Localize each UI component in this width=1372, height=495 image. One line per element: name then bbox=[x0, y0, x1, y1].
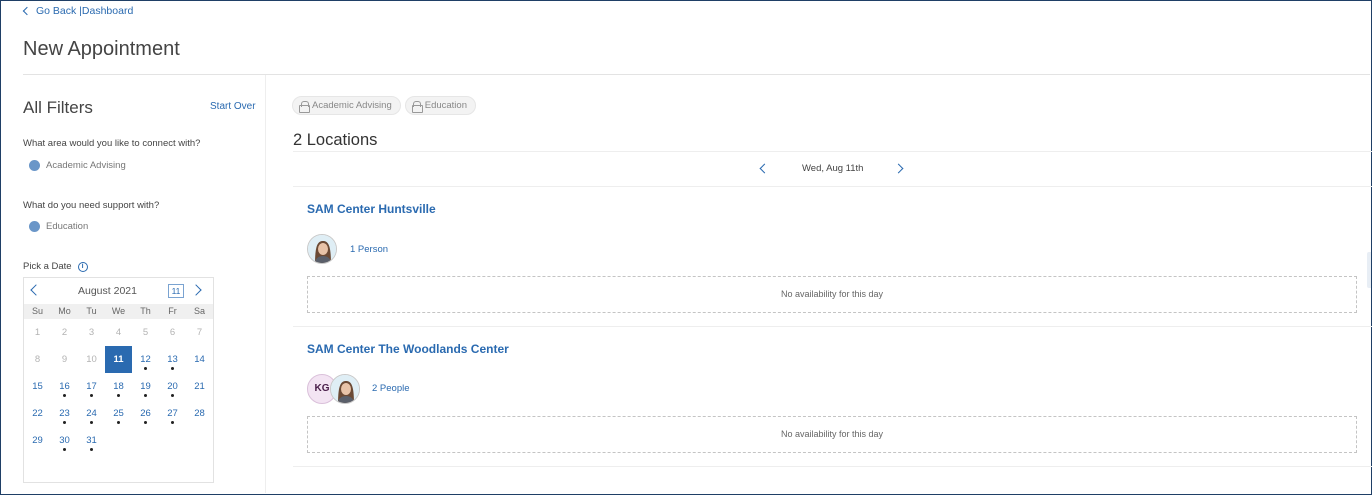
date-navigator: Wed, Aug 11th bbox=[757, 160, 907, 178]
people-count-link[interactable]: 2 People bbox=[372, 383, 410, 394]
next-day-chevron-icon[interactable] bbox=[893, 163, 904, 174]
people-count-link[interactable]: 1 Person bbox=[350, 244, 388, 255]
calendar-day[interactable]: 31 bbox=[78, 427, 105, 454]
calendar-day: 8 bbox=[34, 354, 41, 365]
calendar-day[interactable]: 21 bbox=[186, 373, 213, 400]
radio-dot-icon bbox=[29, 160, 40, 171]
support-question: What do you need support with? bbox=[23, 200, 160, 211]
radio-dot-icon bbox=[29, 221, 40, 232]
no-availability-box: No availability for this day bbox=[307, 276, 1357, 313]
info-icon[interactable]: i bbox=[77, 261, 88, 272]
locations-heading: 2 Locations bbox=[293, 131, 378, 149]
area-option-label: Academic Advising bbox=[46, 160, 126, 171]
support-option[interactable]: Education bbox=[29, 221, 88, 232]
go-back-link[interactable]: Go Back |Dashboard bbox=[22, 5, 134, 17]
weekday-label: Th bbox=[140, 306, 151, 316]
weekday-label: We bbox=[111, 306, 126, 316]
calendar-day[interactable]: 15 bbox=[24, 373, 51, 400]
lock-icon bbox=[411, 100, 423, 113]
pick-date-text: Pick a Date bbox=[23, 261, 72, 272]
calendar-day[interactable]: 23 bbox=[51, 400, 78, 427]
calendar-day: 5 bbox=[142, 327, 149, 338]
location-name-huntsville[interactable]: SAM Center Huntsville bbox=[307, 202, 436, 216]
no-availability-box: No availability for this day bbox=[307, 416, 1357, 453]
calendar-day: 9 bbox=[61, 354, 68, 365]
filters-title: All Filters bbox=[23, 98, 93, 117]
divider bbox=[293, 466, 1372, 467]
weekday-label: Sa bbox=[193, 306, 205, 316]
weekday-label: Fr bbox=[168, 306, 177, 316]
calendar-day[interactable]: 16 bbox=[51, 373, 78, 400]
calendar-day[interactable]: 22 bbox=[24, 400, 51, 427]
calendar-header: August 2021 11 bbox=[24, 278, 213, 304]
filter-chip-label: Academic Advising bbox=[312, 100, 392, 111]
calendar-day[interactable]: 28 bbox=[186, 400, 213, 427]
weekday-label: Tu bbox=[86, 306, 97, 316]
lock-icon bbox=[299, 100, 310, 113]
calendar-day: 4 bbox=[115, 327, 122, 338]
filter-chip: Academic Advising bbox=[292, 96, 401, 115]
page-title: New Appointment bbox=[23, 38, 180, 60]
pick-date-label: Pick a Date i bbox=[23, 261, 88, 272]
calendar-day[interactable]: 24 bbox=[78, 400, 105, 427]
weekday-header-row: Su Mo Tu We Th Fr Sa bbox=[24, 304, 213, 319]
prev-day-chevron-icon[interactable] bbox=[759, 163, 770, 174]
calendar-day[interactable]: 14 bbox=[186, 346, 213, 373]
side-panel-tab[interactable] bbox=[1367, 252, 1371, 288]
filter-chip: Education bbox=[404, 96, 476, 115]
calendar-day: 7 bbox=[196, 327, 203, 338]
selected-date-label: Wed, Aug 11th bbox=[802, 163, 864, 174]
filters-sidebar: All Filters Start Over What area would y… bbox=[0, 75, 266, 493]
active-filter-chips: Academic Advising Education bbox=[292, 96, 476, 115]
start-over-link[interactable]: Start Over bbox=[210, 101, 256, 112]
location-name-woodlands[interactable]: SAM Center The Woodlands Center bbox=[307, 342, 509, 356]
area-question: What area would you like to connect with… bbox=[23, 138, 201, 149]
calendar-day[interactable]: 17 bbox=[78, 373, 105, 400]
calendar-day[interactable]: 18 bbox=[105, 373, 132, 400]
calendar-day[interactable]: 12 bbox=[132, 346, 159, 373]
calendar-day: 2 bbox=[61, 327, 68, 338]
calendar-month-label: August 2021 bbox=[78, 285, 137, 297]
prev-month-chevron-icon[interactable] bbox=[30, 284, 42, 296]
divider bbox=[293, 326, 1372, 327]
next-month-chevron-icon[interactable] bbox=[190, 284, 202, 296]
calendar-day[interactable]: 30 bbox=[51, 427, 78, 454]
date-picker-calendar: August 2021 11 Su Mo Tu We Th Fr Sa 1234567891… bbox=[23, 277, 214, 483]
calendar-day: 6 bbox=[169, 327, 176, 338]
calendar-day[interactable]: 29 bbox=[24, 427, 51, 454]
calendar-day: 1 bbox=[34, 327, 41, 338]
weekday-label: Su bbox=[31, 306, 43, 316]
calendar-day: 3 bbox=[88, 327, 95, 338]
chevron-left-icon bbox=[22, 6, 32, 16]
calendar-day: 10 bbox=[86, 354, 97, 365]
calendar-day[interactable]: 13 bbox=[159, 346, 186, 373]
staff-photo-avatar[interactable] bbox=[330, 374, 360, 404]
calendar-day[interactable]: 20 bbox=[159, 373, 186, 400]
calendar-day[interactable]: 27 bbox=[159, 400, 186, 427]
support-option-label: Education bbox=[46, 221, 89, 232]
calendar-day[interactable]: 19 bbox=[132, 373, 159, 400]
calendar-day[interactable]: 26 bbox=[132, 400, 159, 427]
calendar-day-grid: 1 2 3 4 5 6 7 8 9 10 11 12 13 14 15 16 17 18 19 20 21 22 23 24 2… bbox=[24, 319, 213, 454]
calendar-day[interactable]: 25 bbox=[105, 400, 132, 427]
calendar-day[interactable]: 11 bbox=[105, 346, 132, 373]
divider bbox=[293, 151, 1372, 152]
today-button[interactable]: 11 bbox=[168, 284, 184, 298]
go-back-label: Go Back |Dashboard bbox=[36, 5, 134, 17]
weekday-label: Mo bbox=[58, 306, 71, 316]
area-option[interactable]: Academic Advising bbox=[29, 160, 126, 171]
divider bbox=[293, 186, 1372, 187]
filter-chip-label: Education bbox=[424, 100, 467, 111]
staff-photo-avatar[interactable] bbox=[307, 234, 337, 264]
